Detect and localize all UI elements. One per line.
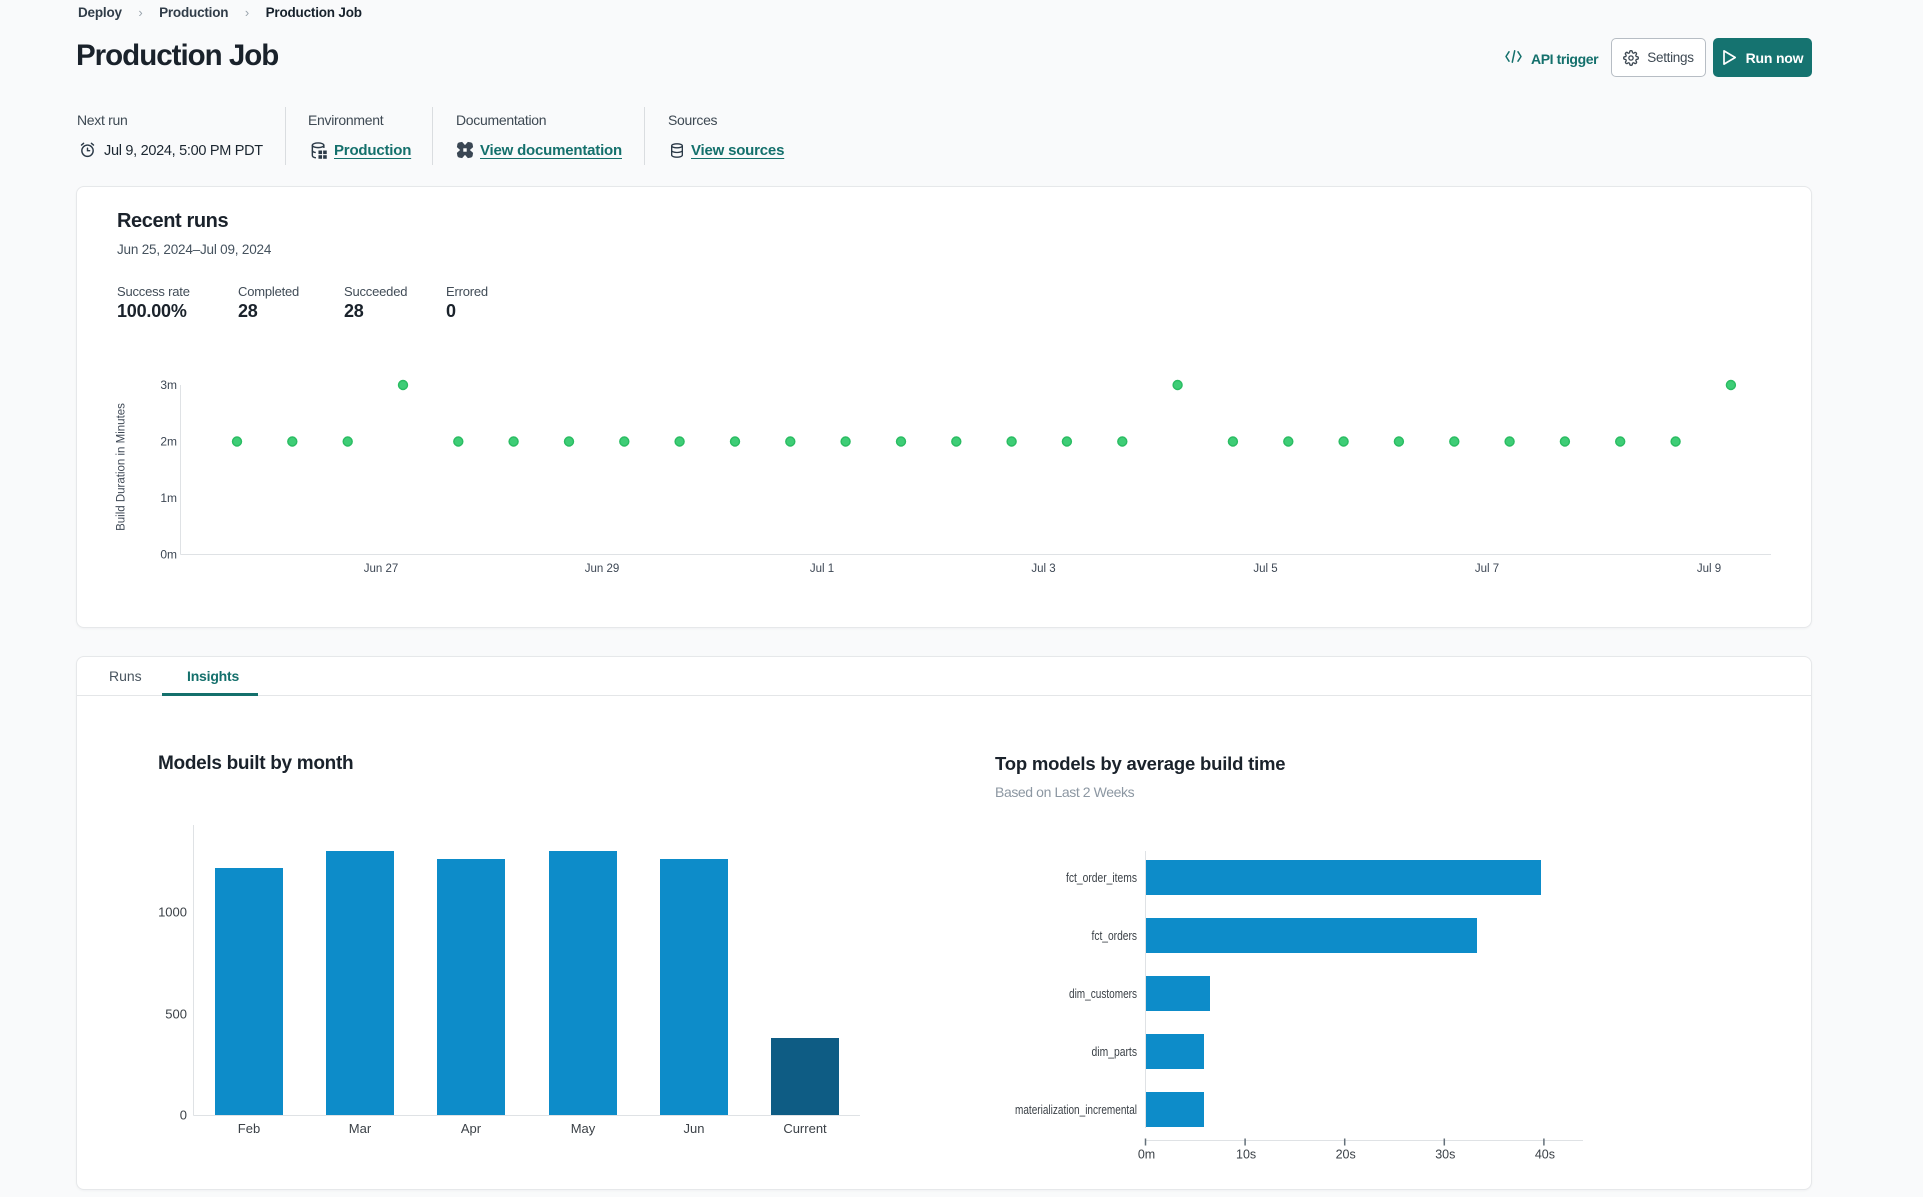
svg-text:1m: 1m bbox=[160, 491, 177, 505]
svg-text:Jun: Jun bbox=[684, 1121, 705, 1136]
svg-text:Current: Current bbox=[783, 1121, 827, 1136]
svg-text:40s: 40s bbox=[1535, 1148, 1555, 1162]
svg-text:Feb: Feb bbox=[238, 1121, 260, 1136]
svg-text:0: 0 bbox=[180, 1108, 187, 1123]
svg-text:fct_orders: fct_orders bbox=[1092, 929, 1138, 943]
svg-text:dim_parts: dim_parts bbox=[1092, 1045, 1138, 1059]
svg-text:Jul 5: Jul 5 bbox=[1253, 563, 1277, 575]
svg-text:Jun 29: Jun 29 bbox=[585, 563, 620, 575]
svg-text:May: May bbox=[571, 1121, 596, 1136]
svg-text:Jul 3: Jul 3 bbox=[1031, 563, 1055, 575]
svg-text:Mar: Mar bbox=[349, 1121, 372, 1136]
svg-text:20s: 20s bbox=[1336, 1148, 1356, 1162]
svg-text:Jul 1: Jul 1 bbox=[810, 563, 834, 575]
svg-text:Jun 27: Jun 27 bbox=[364, 563, 399, 575]
svg-text:materialization_incremental: materialization_incremental bbox=[1015, 1103, 1137, 1117]
svg-text:fct_order_items: fct_order_items bbox=[1066, 871, 1137, 885]
svg-text:30s: 30s bbox=[1435, 1148, 1455, 1162]
svg-text:Jul 9: Jul 9 bbox=[1697, 563, 1721, 575]
svg-text:Apr: Apr bbox=[461, 1121, 482, 1136]
svg-text:500: 500 bbox=[165, 1007, 187, 1022]
svg-text:1000: 1000 bbox=[158, 905, 187, 920]
svg-text:Build Duration in Minutes: Build Duration in Minutes bbox=[116, 403, 128, 531]
svg-text:0m: 0m bbox=[160, 548, 177, 562]
svg-text:0m: 0m bbox=[1138, 1148, 1155, 1162]
svg-text:10s: 10s bbox=[1236, 1148, 1256, 1162]
svg-text:3m: 3m bbox=[160, 378, 177, 392]
svg-text:2m: 2m bbox=[160, 435, 177, 449]
svg-text:dim_customers: dim_customers bbox=[1069, 987, 1137, 1001]
svg-text:Jul 7: Jul 7 bbox=[1475, 563, 1499, 575]
